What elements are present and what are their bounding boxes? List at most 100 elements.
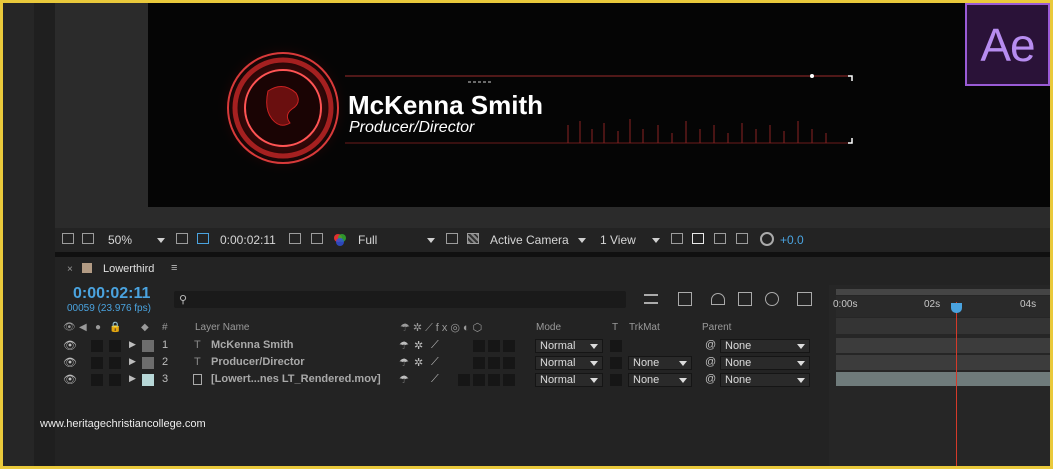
visibility-eye-icon[interactable]: 👁 xyxy=(63,356,77,369)
parent-select[interactable]: None xyxy=(720,373,810,387)
panel-menu-icon[interactable]: ≡ xyxy=(171,262,177,274)
toggle-mask-icon[interactable] xyxy=(197,233,209,244)
shy-layers-icon[interactable] xyxy=(711,293,725,305)
show-snapshot-icon[interactable] xyxy=(311,233,323,244)
resolution-select[interactable]: Full xyxy=(358,233,377,247)
frame-blending-icon[interactable] xyxy=(738,292,752,306)
layer-search-input[interactable]: ⚲ xyxy=(174,291,626,308)
effect-switch[interactable] xyxy=(473,357,485,369)
quality-switch-icon[interactable]: ⟋ xyxy=(431,373,439,386)
composition-canvas[interactable] xyxy=(148,3,1050,207)
effect-switch[interactable] xyxy=(458,374,470,386)
parent-select[interactable]: None xyxy=(720,339,810,353)
layer-name[interactable]: [Lowert...nes LT_Rendered.mov] xyxy=(211,373,381,385)
work-area-bar[interactable] xyxy=(836,289,1050,295)
layer-name[interactable]: McKenna Smith xyxy=(211,339,294,351)
graph-editor-icon[interactable] xyxy=(797,292,812,306)
exposure-value[interactable]: +0.0 xyxy=(780,233,804,247)
motion-blur-switch[interactable] xyxy=(503,340,515,352)
preserve-transparency-toggle[interactable] xyxy=(610,357,622,369)
fast-previews-icon[interactable] xyxy=(446,233,458,244)
viewer-timecode[interactable]: 0:00:02:11 xyxy=(220,233,276,247)
camera-select[interactable]: Active Camera xyxy=(490,233,569,247)
frame-blend-switch[interactable] xyxy=(488,340,500,352)
trkmat-column-header[interactable]: TrkMat xyxy=(629,322,660,333)
layer-1-duration-bar[interactable] xyxy=(836,338,1050,353)
flowchart-icon[interactable] xyxy=(736,233,748,244)
frame-blend-switch[interactable] xyxy=(488,357,500,369)
effect-switch[interactable] xyxy=(473,340,485,352)
solo-toggle[interactable] xyxy=(109,357,121,369)
resolution-dropdown-icon[interactable] xyxy=(427,238,435,243)
views-select[interactable]: 1 View xyxy=(600,233,636,247)
pixel-aspect-icon[interactable] xyxy=(671,233,683,244)
audio-toggle[interactable] xyxy=(91,357,103,369)
shy-switch-icon[interactable]: ☂ xyxy=(399,373,409,386)
label-color-swatch[interactable] xyxy=(142,357,154,369)
solo-toggle[interactable] xyxy=(109,374,121,386)
pick-whip-icon[interactable]: @ xyxy=(705,356,716,368)
label-column-icon[interactable]: ◆ xyxy=(141,322,149,333)
comp-marker-track[interactable] xyxy=(836,318,1050,334)
visibility-eye-icon[interactable]: 👁 xyxy=(63,373,77,386)
visibility-column-icon[interactable]: 👁 xyxy=(63,322,76,333)
composition-mini-flowchart-icon[interactable] xyxy=(644,294,658,304)
mode-column-header[interactable]: Mode xyxy=(536,322,561,333)
blend-mode-select[interactable]: Normal xyxy=(535,373,603,387)
number-column-header[interactable]: # xyxy=(162,322,168,333)
playhead-line[interactable] xyxy=(956,302,957,466)
pick-whip-icon[interactable]: @ xyxy=(705,373,716,385)
monitor-icon[interactable] xyxy=(82,233,94,244)
expand-arrow-icon[interactable]: ▶ xyxy=(129,339,136,350)
close-tab-icon[interactable]: × xyxy=(67,264,73,275)
audio-toggle[interactable] xyxy=(91,374,103,386)
reset-exposure-icon[interactable] xyxy=(760,232,774,246)
lock-column-icon[interactable]: 🔒 xyxy=(109,322,121,333)
timeline-toggle-icon[interactable] xyxy=(714,233,726,244)
camera-snapshot-icon[interactable] xyxy=(289,233,301,244)
motion-blur-icon[interactable] xyxy=(765,292,779,306)
zoom-level[interactable]: 50% xyxy=(108,233,132,247)
preserve-transparency-toggle[interactable] xyxy=(610,340,622,352)
layer-name[interactable]: Producer/Director xyxy=(211,356,305,368)
snapshot-icon[interactable] xyxy=(62,233,74,244)
zoom-dropdown-icon[interactable] xyxy=(157,238,165,243)
quality-switch-icon[interactable]: ⟋ xyxy=(431,339,439,352)
playhead-handle[interactable] xyxy=(951,303,962,313)
layer-row-2[interactable]: 👁 ▶ 2 T Producer/Director ☂ ✲ ⟋ Normal N… xyxy=(57,355,828,371)
audio-column-icon[interactable]: ◀ xyxy=(79,322,87,333)
t-column-header[interactable]: T xyxy=(612,322,618,333)
pick-whip-icon[interactable]: @ xyxy=(705,339,716,351)
draft-3d-icon[interactable] xyxy=(678,292,692,306)
shy-switch-icon[interactable]: ☂ xyxy=(399,356,409,369)
collapse-switch-icon[interactable]: ✲ xyxy=(414,356,423,369)
solo-column-icon[interactable]: ● xyxy=(95,322,101,333)
visibility-eye-icon[interactable]: 👁 xyxy=(63,339,77,352)
current-time-display[interactable]: 0:00:02:11 xyxy=(73,285,150,303)
layer-row-1[interactable]: 👁 ▶ 1 T McKenna Smith ☂ ✲ ⟋ Normal @ Non… xyxy=(57,338,828,354)
expand-arrow-icon[interactable]: ▶ xyxy=(129,373,136,384)
audio-toggle[interactable] xyxy=(91,340,103,352)
switches-column-icons[interactable]: ☂✲⟋fx◎◐⬡ xyxy=(400,321,485,335)
fast-draft-icon[interactable] xyxy=(692,233,704,244)
motion-blur-switch[interactable] xyxy=(503,357,515,369)
label-color-swatch[interactable] xyxy=(142,374,154,386)
layer-2-duration-bar[interactable] xyxy=(836,355,1050,370)
layer-name-column-header[interactable]: Layer Name xyxy=(195,322,249,333)
views-dropdown-icon[interactable] xyxy=(652,238,660,243)
preserve-transparency-toggle[interactable] xyxy=(610,374,622,386)
shy-switch-icon[interactable]: ☂ xyxy=(399,339,409,352)
layer-3-duration-bar[interactable] xyxy=(836,372,1050,386)
collapse-switch-icon[interactable]: ✲ xyxy=(414,339,423,352)
transparency-grid-icon[interactable] xyxy=(467,233,479,244)
layer-row-3[interactable]: 👁 ▶ 3 [Lowert...nes LT_Rendered.mov] ☂ ⟋… xyxy=(57,372,828,388)
blend-mode-select[interactable]: Normal xyxy=(535,339,603,353)
camera-dropdown-icon[interactable] xyxy=(578,238,586,243)
frame-blend-switch[interactable] xyxy=(473,374,485,386)
solo-toggle[interactable] xyxy=(109,340,121,352)
label-color-swatch[interactable] xyxy=(142,340,154,352)
parent-select[interactable]: None xyxy=(720,356,810,370)
motion-blur-switch[interactable] xyxy=(488,374,500,386)
channel-icon[interactable] xyxy=(333,232,347,246)
parent-column-header[interactable]: Parent xyxy=(702,322,731,333)
